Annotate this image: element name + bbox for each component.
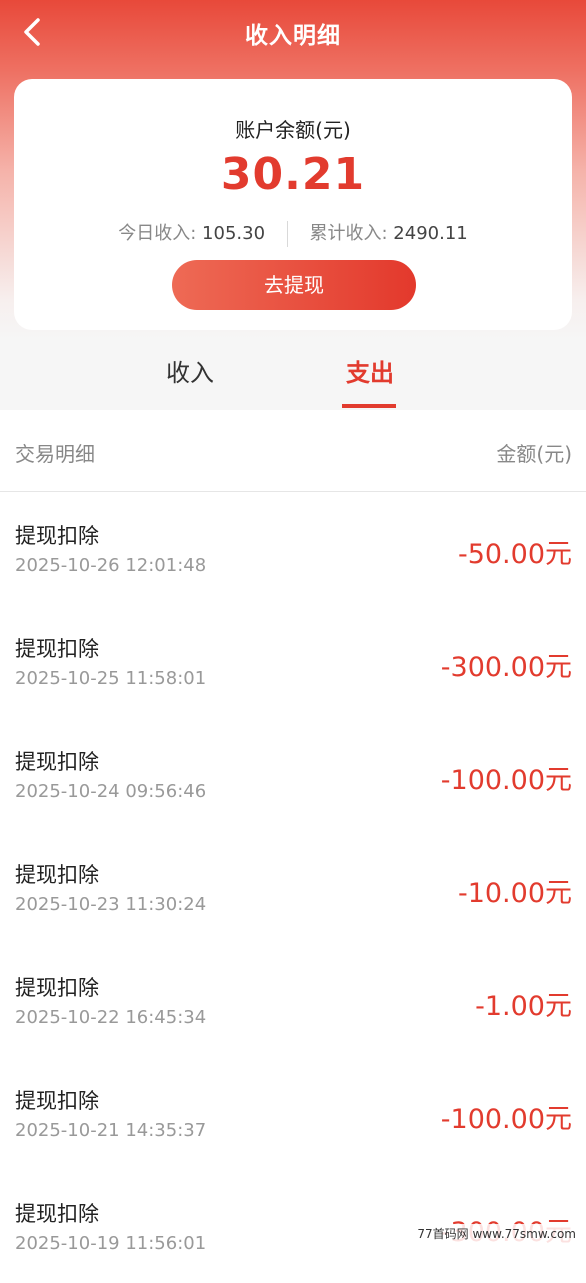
record-time: 2025-10-23 11:30:24	[15, 894, 207, 915]
watermark: 77首码网 www.77smw.com	[413, 1224, 580, 1243]
total-income: 累计收入: 2490.11	[310, 219, 468, 249]
list-item[interactable]: 提现扣除 2025-10-22 16:45:34 -1.00元	[0, 944, 586, 1058]
total-income-label: 累计收入:	[309, 223, 394, 244]
tab-income[interactable]: 收入	[150, 355, 230, 395]
income-stats: 今日收入: 105.30 累计收入: 2490.11	[14, 219, 572, 249]
record-amount: -1.00元	[475, 991, 572, 1022]
balance-value: 30.21	[220, 149, 366, 200]
record-title: 提现扣除	[15, 1089, 99, 1113]
record-time: 2025-10-24 09:56:46	[15, 781, 207, 802]
balance-label: 账户余额(元)	[235, 118, 351, 142]
total-income-value: 2490.11	[393, 223, 468, 244]
list-item[interactable]: 提现扣除 2025-10-25 11:58:01 -300.00元	[0, 605, 586, 719]
list-header-amount: 金额(元)	[496, 442, 572, 466]
tab-expense[interactable]: 支出	[330, 355, 410, 395]
today-income-value: 105.30	[202, 223, 266, 244]
record-title: 提现扣除	[15, 524, 99, 548]
list-item[interactable]: 提现扣除 2025-10-26 12:01:48 -50.00元	[0, 492, 586, 606]
record-time: 2025-10-25 11:58:01	[15, 668, 207, 689]
today-income: 今日收入: 105.30	[118, 219, 265, 249]
list-item[interactable]: 提现扣除 2025-10-24 09:56:46 -100.00元	[0, 718, 586, 832]
record-title: 提现扣除	[15, 750, 99, 774]
list-header-detail: 交易明细	[15, 442, 95, 466]
withdraw-button[interactable]: 去提现	[172, 260, 416, 310]
list-header: 交易明细 金额(元)	[0, 410, 586, 492]
record-time: 2025-10-21 14:35:37	[15, 1120, 207, 1141]
record-amount: -100.00元	[440, 765, 572, 796]
balance-card: 账户余额(元) 30.21 今日收入: 105.30 累计收入: 2490.11…	[14, 79, 572, 330]
record-time: 2025-10-26 12:01:48	[15, 555, 207, 576]
record-title: 提现扣除	[15, 637, 99, 661]
active-tab-indicator	[342, 404, 396, 408]
stats-divider	[286, 221, 288, 247]
record-amount: -300.00元	[440, 652, 572, 683]
record-amount: -50.00元	[457, 539, 572, 570]
record-title: 提现扣除	[15, 863, 99, 887]
record-amount: -10.00元	[457, 878, 572, 909]
record-time: 2025-10-19 11:56:01	[15, 1233, 207, 1254]
record-title: 提现扣除	[15, 1202, 99, 1226]
list-item[interactable]: 提现扣除 2025-10-21 14:35:37 -100.00元	[0, 1057, 586, 1171]
navigation-bar: 收入明细	[0, 0, 586, 64]
record-title: 提现扣除	[15, 976, 99, 1000]
page-title: 收入明细	[245, 23, 341, 49]
record-time: 2025-10-22 16:45:34	[15, 1007, 207, 1028]
list-item[interactable]: 提现扣除 2025-10-23 11:30:24 -10.00元	[0, 831, 586, 945]
record-amount: -100.00元	[440, 1104, 572, 1135]
today-income-label: 今日收入:	[118, 223, 203, 244]
